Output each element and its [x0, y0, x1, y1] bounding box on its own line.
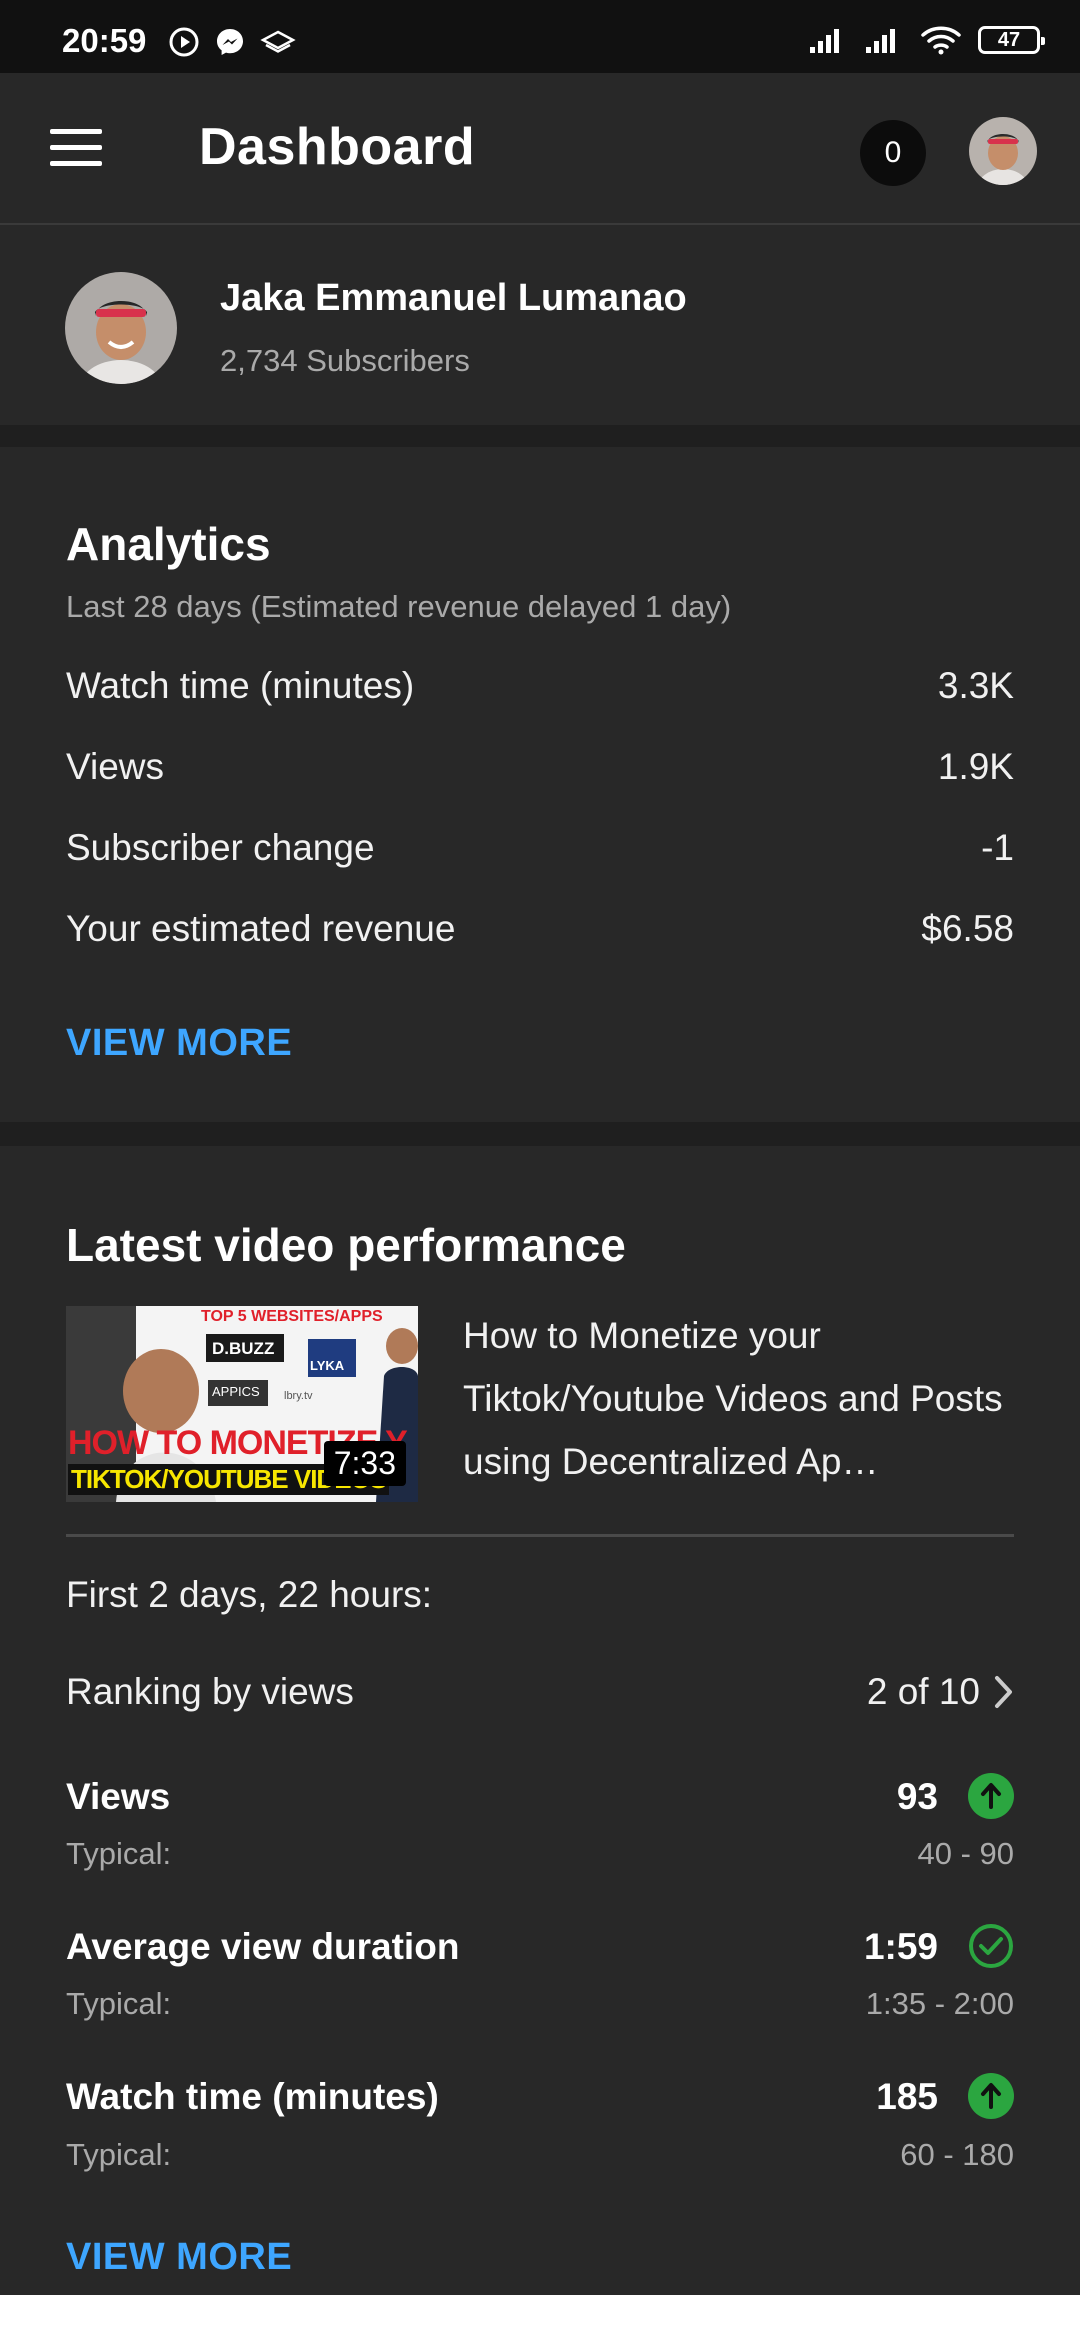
menu-button[interactable]	[50, 129, 104, 169]
status-left-icons	[168, 26, 296, 58]
avatar-image	[969, 117, 1037, 185]
subscriber-count: 2,734 Subscribers	[220, 343, 470, 378]
ranking-value: 2 of 10	[866, 1671, 980, 1712]
metric-label: Watch time (minutes)	[66, 2076, 439, 2117]
signal-icon	[810, 29, 839, 53]
period-row: First 2 days, 22 hours:	[66, 1574, 1014, 1616]
wifi-icon	[921, 26, 961, 55]
play-circle-icon	[169, 27, 199, 57]
arrow-up-icon	[968, 2073, 1014, 2119]
signal-icon	[866, 29, 895, 53]
arrow-up-icon	[968, 1773, 1014, 1819]
analytics-row: Subscriber change -1	[66, 827, 1014, 869]
status-right-icons: 47	[808, 24, 1045, 56]
thumbnail-logo-lbry: lbry.tv	[284, 1390, 313, 1402]
metric-value: 93	[896, 1776, 938, 1817]
analytics-row-value: -1	[981, 827, 1014, 868]
channel-header[interactable]: Jaka Emmanuel Lumanao 2,734 Subscribers	[0, 225, 1080, 425]
analytics-row: Watch time (minutes) 3.3K	[66, 665, 1014, 707]
thumbnail-logo-dbuzz: D.BUZZ	[212, 1339, 275, 1358]
metric-typical-range: 40 - 90	[917, 1836, 1014, 1871]
analytics-row-label: Subscriber change	[66, 827, 375, 868]
analytics-view-more-link[interactable]: VIEW MORE	[66, 1022, 292, 1065]
video-duration: 7:33	[323, 1441, 406, 1486]
chevron-right-icon	[995, 1676, 1012, 1708]
notification-count-badge[interactable]: 0	[860, 120, 926, 186]
analytics-title: Analytics	[66, 518, 271, 570]
latest-video-card: Latest video performance TOP 5 WEBSITES/…	[0, 1146, 1080, 2295]
analytics-card: Analytics Last 28 days (Estimated revenu…	[0, 447, 1080, 1122]
video-thumbnail[interactable]: TOP 5 WEBSITES/APPS D.BUZZ LYKA APPICS l…	[66, 1306, 418, 1502]
analytics-row-label: Your estimated revenue	[66, 908, 456, 949]
messenger-icon	[217, 29, 243, 55]
latest-video-view-more-link[interactable]: VIEW MORE	[66, 2236, 292, 2279]
metric-value: 185	[876, 2076, 938, 2117]
metric-value: 1:59	[863, 1926, 938, 1967]
app-header: Dashboard 0	[0, 73, 1080, 225]
thumbnail-logo-appics: APPICS	[212, 1384, 260, 1399]
metric-typical-label: Typical:	[66, 1836, 172, 1871]
period-label: First 2 days, 22 hours:	[66, 1574, 433, 1615]
divider	[66, 1534, 1014, 1537]
status-bar: 20:59 47	[0, 0, 1080, 73]
metric-typical-range: 60 - 180	[900, 2137, 1014, 2172]
layers-icon	[260, 30, 296, 53]
analytics-row-label: Watch time (minutes)	[66, 665, 415, 706]
metric-label: Average view duration	[66, 1926, 460, 1967]
analytics-row: Views 1.9K	[66, 746, 1014, 788]
metric-typical-range: 1:35 - 2:00	[865, 1986, 1014, 2021]
latest-video-title: Latest video performance	[66, 1219, 626, 1271]
channel-name: Jaka Emmanuel Lumanao	[220, 277, 687, 319]
analytics-row-value: $6.58	[921, 908, 1014, 949]
battery-level: 47	[997, 28, 1021, 51]
notification-count: 0	[884, 136, 902, 169]
analytics-row-value: 1.9K	[937, 746, 1014, 787]
avatar-image	[65, 272, 177, 384]
ranking-label: Ranking by views	[66, 1671, 354, 1712]
app-root: 20:59 47 Dashboard 0 Jaka Emmanuel Luman…	[0, 0, 1080, 2295]
check-circle-icon	[969, 1924, 1013, 1968]
metric-typical-label: Typical:	[66, 1986, 172, 2021]
analytics-row-label: Views	[66, 746, 165, 787]
video-title[interactable]: How to Monetize your Tiktok/Youtube Vide…	[463, 1304, 1023, 1493]
thumbnail-top-text: TOP 5 WEBSITES/APPS	[201, 1308, 383, 1325]
analytics-row-value: 3.3K	[937, 665, 1014, 706]
thumbnail-logo-lyka: LYKA	[310, 1358, 345, 1373]
analytics-subtitle: Last 28 days (Estimated revenue delayed …	[66, 589, 732, 624]
metric-typical-label: Typical:	[66, 2137, 172, 2172]
status-time: 20:59	[62, 22, 147, 59]
analytics-row: Your estimated revenue $6.58	[66, 908, 1014, 950]
battery-icon: 47	[978, 26, 1045, 54]
page-title: Dashboard	[199, 118, 476, 176]
metric-label: Views	[66, 1776, 171, 1817]
channel-avatar	[65, 272, 177, 384]
ranking-row[interactable]: Ranking by views 2 of 10	[66, 1671, 1014, 1713]
account-avatar[interactable]	[969, 117, 1037, 185]
